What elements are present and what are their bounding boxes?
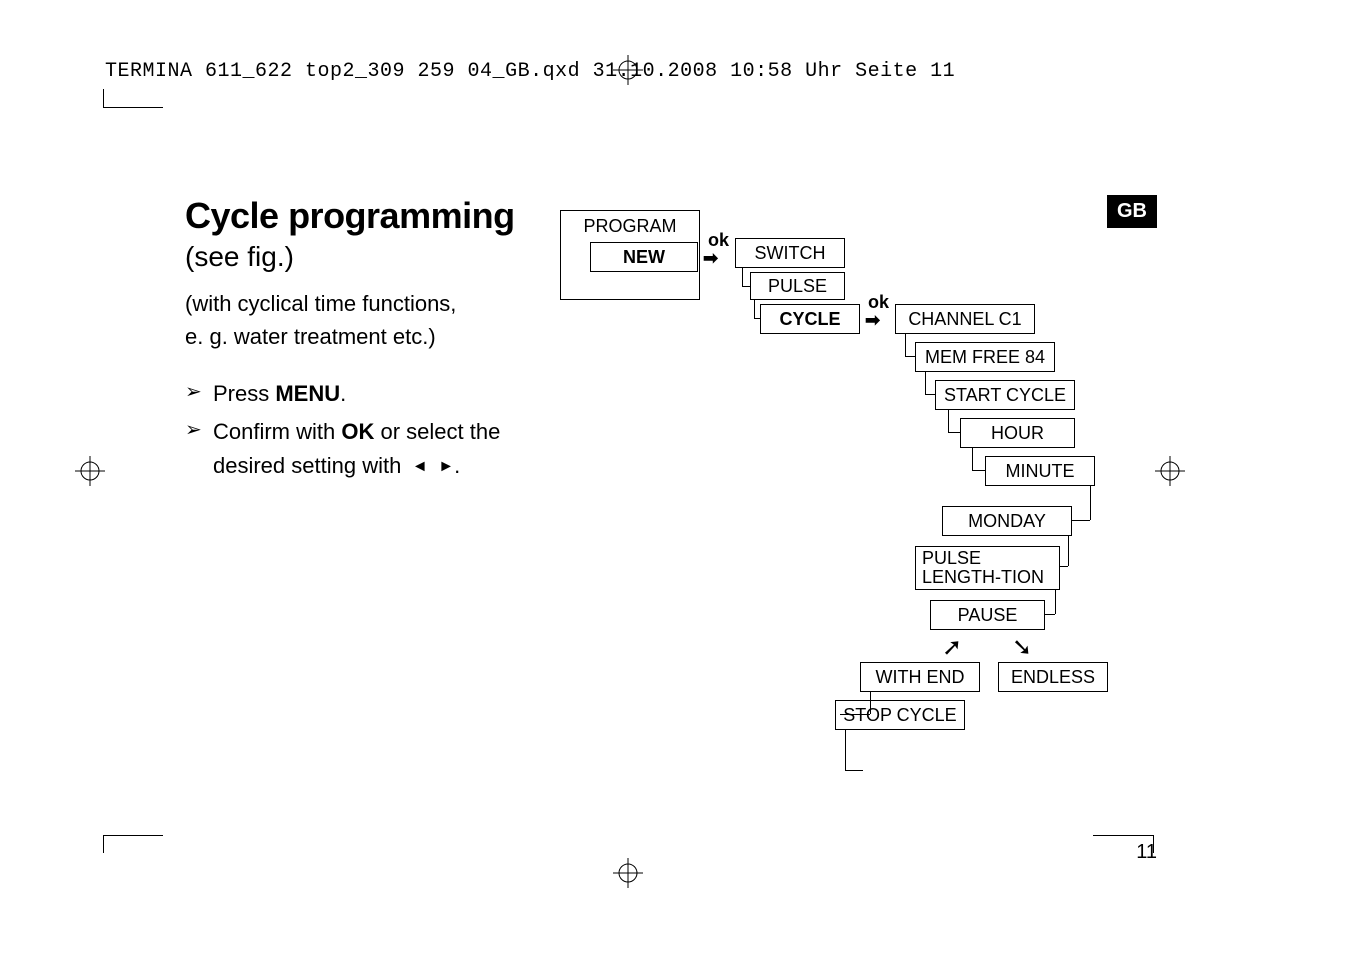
text: . xyxy=(454,453,460,478)
node-cycle: CYCLE xyxy=(760,304,860,334)
text: Confirm with xyxy=(213,419,341,444)
connector xyxy=(1060,566,1068,567)
crop-mark xyxy=(103,835,104,853)
arrow-right-icon: ➡ xyxy=(865,310,880,331)
connector xyxy=(1045,614,1055,615)
node-pause: PAUSE xyxy=(930,600,1045,630)
connector xyxy=(905,334,906,356)
crop-mark xyxy=(1093,835,1153,836)
connector xyxy=(754,318,760,319)
header-line: TERMINA 611_622 top2_309 259 04_GB.qxd 3… xyxy=(105,60,955,83)
flow-diagram: PROGRAM NEW ok ➡ SWITCH PULSE CYCLE ok ➡… xyxy=(560,210,1120,790)
registration-mark xyxy=(613,55,643,85)
text-bold: MENU xyxy=(275,381,340,406)
node-channel: CHANNEL C1 xyxy=(895,304,1035,334)
connector xyxy=(972,448,973,470)
left-arrow-icon: ◄ xyxy=(407,455,427,480)
instruction-item: Press MENU. xyxy=(185,377,555,411)
connector xyxy=(742,286,750,287)
node-hour: HOUR xyxy=(960,418,1075,448)
instruction-item: Confirm with OK or select the desired se… xyxy=(185,415,555,483)
connector xyxy=(1068,536,1069,566)
right-arrow-icon: ► xyxy=(434,455,454,480)
connector xyxy=(742,268,743,286)
arrow-down-left-icon: ➚ xyxy=(942,633,962,662)
desc-text: e. g. water treatment etc.) xyxy=(185,324,436,349)
node-pulselength: PULSE LENGTH-TION xyxy=(915,546,1060,590)
page-number: 11 xyxy=(1136,841,1157,864)
connector xyxy=(870,692,871,714)
registration-mark xyxy=(1155,456,1185,486)
registration-mark xyxy=(613,858,643,888)
connector xyxy=(845,770,863,771)
description: (with cyclical time functions, e. g. wat… xyxy=(185,287,555,353)
node-startcycle: START CYCLE xyxy=(935,380,1075,410)
connector xyxy=(754,300,755,318)
node-stopcycle: STOP CYCLE xyxy=(835,700,965,730)
connector xyxy=(1055,590,1056,614)
node-monday: MONDAY xyxy=(942,506,1072,536)
arrow-down-right-icon: ➘ xyxy=(1012,633,1032,662)
text: Press xyxy=(213,381,275,406)
connector xyxy=(845,730,846,770)
connector xyxy=(948,432,960,433)
node-endless: ENDLESS xyxy=(998,662,1108,692)
text-bold: OK xyxy=(341,419,374,444)
connector xyxy=(905,356,915,357)
arrow-right-icon: ➡ xyxy=(703,248,718,269)
connector xyxy=(948,410,949,432)
text: . xyxy=(340,381,346,406)
node-pulse: PULSE xyxy=(750,272,845,300)
node-minute: MINUTE xyxy=(985,456,1095,486)
node-new: NEW xyxy=(590,242,698,272)
crop-mark xyxy=(103,107,163,108)
connector xyxy=(840,714,870,715)
connector xyxy=(972,470,985,471)
registration-mark xyxy=(75,456,105,486)
connector xyxy=(925,372,926,394)
node-switch: SWITCH xyxy=(735,238,845,268)
page-subtitle: (see fig.) xyxy=(185,241,555,273)
connector xyxy=(925,394,935,395)
page-title: Cycle programming xyxy=(185,195,555,237)
node-withend: WITH END xyxy=(860,662,980,692)
node-memfree: MEM FREE 84 xyxy=(915,342,1055,372)
desc-text: (with cyclical time functions, xyxy=(185,291,456,316)
connector xyxy=(1090,486,1091,520)
connector xyxy=(1072,520,1090,521)
content-area: Cycle programming (see fig.) (with cycli… xyxy=(185,195,555,487)
crop-mark xyxy=(103,89,104,107)
crop-mark xyxy=(103,835,163,836)
